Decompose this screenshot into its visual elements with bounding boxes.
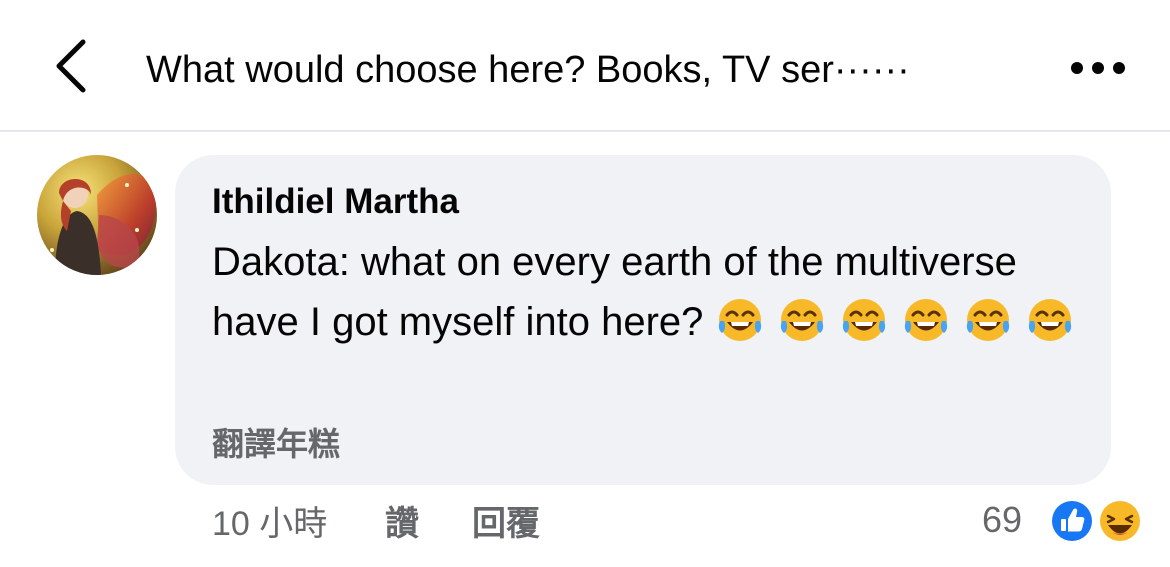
reply-button[interactable]: 回覆 <box>472 502 540 546</box>
emoji-row <box>715 299 1087 344</box>
reactions-summary[interactable] <box>1046 496 1150 546</box>
haha-reaction-icon <box>1097 498 1143 544</box>
back-button[interactable] <box>40 34 100 98</box>
reaction-count: 69 <box>982 499 1023 540</box>
more-dot <box>1113 62 1125 74</box>
comment-author[interactable]: Ithildiel Martha <box>212 180 459 224</box>
face-with-tears-of-joy-icon <box>842 299 885 341</box>
comment-text: Dakota: what on every earth of the multi… <box>212 232 1092 352</box>
more-dot <box>1092 62 1104 74</box>
translate-link[interactable]: 翻譯年糕 <box>212 424 340 464</box>
post-title: What would choose here? Books, TV ser···… <box>146 49 910 91</box>
avatar-image <box>37 155 157 275</box>
reaction-icons <box>1049 498 1143 544</box>
like-reaction-icon <box>1049 498 1095 544</box>
comment-timestamp: 10 小時 <box>212 505 328 543</box>
face-with-tears-of-joy-icon <box>718 299 761 341</box>
chevron-left-icon <box>56 39 86 93</box>
like-button[interactable]: 讚 <box>385 502 419 546</box>
avatar[interactable] <box>37 155 157 275</box>
face-with-tears-of-joy-icon <box>780 299 823 341</box>
face-with-tears-of-joy-icon <box>904 299 947 341</box>
face-with-tears-of-joy-icon <box>966 299 1009 341</box>
more-options-button[interactable] <box>1060 44 1136 92</box>
more-horizontal-icon <box>1071 62 1083 74</box>
face-with-tears-of-joy-icon <box>1028 299 1071 341</box>
top-bar: What would choose here? Books, TV ser···… <box>0 0 1170 132</box>
